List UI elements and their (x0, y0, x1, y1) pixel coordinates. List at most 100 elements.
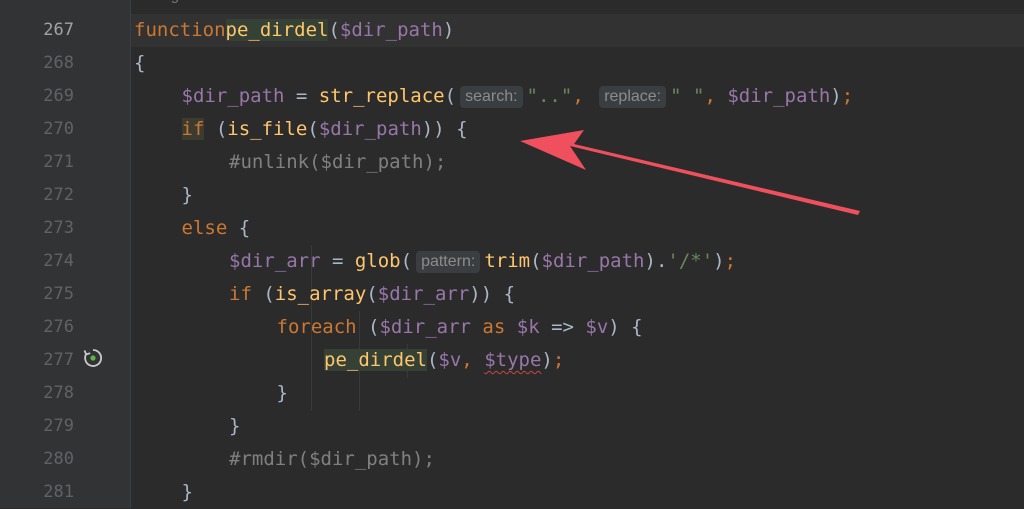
code-text: } (229, 410, 240, 443)
code-token: $v (438, 349, 462, 371)
code-text: functionpe_dirdel($dir_path) (134, 14, 454, 47)
code-token: ; (552, 349, 565, 371)
code-token: = (284, 85, 319, 107)
code-token: ). (644, 250, 668, 272)
code-text: $dir_path = str_replace(search: "..", rep… (181, 80, 854, 113)
code-line[interactable]: 272} (0, 179, 1024, 212)
code-text: #unlink($dir_path); (229, 146, 446, 179)
code-line[interactable]: 267 functionpe_dirdel($dir_path) (0, 14, 1024, 47)
code-line[interactable]: 268 { (0, 47, 1024, 80)
code-token: ( (328, 19, 340, 41)
code-token: $dir_path (727, 85, 831, 107)
code-text: pe_dirdel($v, $type); (324, 344, 564, 377)
code-line[interactable]: 277 pe_dirdel($v, $type); (0, 344, 1024, 377)
parameter-hint: pattern: (416, 251, 481, 273)
line-number: 269 (43, 86, 74, 106)
line-number: 275 (43, 284, 74, 304)
line-number: 272 (43, 185, 74, 205)
usages-hint[interactable]: 6 usages (134, 0, 195, 6)
code-token: )) { (421, 118, 468, 140)
code-text: { (134, 47, 145, 80)
code-line[interactable]: 281} (0, 476, 1024, 509)
code-token: , (704, 85, 728, 107)
code-token: { (134, 52, 146, 74)
code-token: } (181, 184, 193, 206)
code-token: ( (356, 316, 380, 338)
line-number: 276 (43, 317, 74, 337)
code-line[interactable]: 274 $dir_arr = glob(pattern: trim($dir_pat… (0, 245, 1024, 278)
code-token: glob (354, 250, 401, 272)
code-token: } (276, 382, 288, 404)
code-token: ( (530, 250, 542, 272)
code-token: pe_dirdel (324, 349, 427, 371)
code-token: ; (724, 250, 737, 272)
code-token: foreach (276, 316, 357, 338)
code-token: '/*' (667, 250, 714, 272)
code-token: $dir_path (339, 19, 443, 41)
code-token: trim (484, 250, 531, 272)
code-token: #rmdir($dir_path); (229, 448, 435, 470)
code-token: ( (426, 349, 439, 371)
code-line[interactable]: 280 #rmdir($dir_path); (0, 443, 1024, 476)
code-token: $k (516, 316, 540, 338)
code-line[interactable]: 278} (0, 377, 1024, 410)
code-token: ( (204, 118, 228, 140)
code-token: = (320, 250, 355, 272)
line-number: 281 (43, 482, 74, 502)
code-token: $dir_arr (377, 283, 470, 305)
code-token: )) { (469, 283, 516, 305)
code-line[interactable]: 279} (0, 410, 1024, 443)
line-number: 273 (43, 218, 74, 238)
code-token: , (572, 85, 596, 107)
code-token: ( (444, 85, 457, 107)
code-text: } (182, 476, 193, 509)
code-token: else (181, 217, 228, 239)
line-number: 271 (43, 152, 74, 172)
code-token: ) (442, 19, 455, 41)
code-token: $dir_arr (229, 250, 321, 272)
line-number: 270 (43, 119, 74, 139)
code-line[interactable]: 276 foreach ($dir_arr as $k => $v) { (0, 311, 1024, 344)
code-text: $dir_arr = glob(pattern: trim($dir_path).… (229, 245, 736, 278)
code-token: ( (400, 250, 413, 272)
line-number: 268 (43, 53, 74, 73)
line-number: 277 (43, 350, 74, 370)
code-token: , (461, 349, 485, 371)
code-line[interactable]: 271 #unlink($dir_path); (0, 146, 1024, 179)
code-token: ( (307, 118, 319, 140)
line-number: 267 (43, 20, 74, 40)
code-token: is_file (227, 118, 308, 140)
code-token: ; (841, 85, 854, 107)
code-line[interactable]: 270 if (is_file($dir_path)) { (0, 113, 1024, 146)
code-token: $dir_path (541, 250, 645, 272)
code-line[interactable]: 273 else { (0, 212, 1024, 245)
recursive-call-icon[interactable] (82, 347, 104, 369)
code-token: as (470, 316, 517, 338)
code-token: #unlink($dir_path); (229, 151, 447, 173)
code-token: if (181, 118, 205, 140)
code-text: else { (182, 212, 251, 245)
line-number: 279 (43, 416, 74, 436)
parameter-hint: replace: (599, 86, 667, 108)
code-token: $dir_path (181, 85, 285, 107)
code-token: is_array (274, 283, 367, 305)
code-token: ) { (608, 316, 643, 338)
line-number: 278 (43, 383, 74, 403)
code-token: ) (541, 349, 553, 371)
code-token: => (539, 316, 586, 338)
code-token: pe_dirdel (225, 19, 329, 41)
code-token: ( (366, 283, 378, 305)
code-text: } (182, 179, 193, 212)
code-token: function (134, 19, 226, 41)
code-token: } (181, 481, 193, 503)
code-line[interactable]: 269 $dir_path = str_replace(search: "..", … (0, 80, 1024, 113)
code-token: str_replace (318, 85, 445, 107)
code-token: $v (585, 316, 609, 338)
code-line[interactable]: 275 if (is_array($dir_arr)) { (0, 278, 1024, 311)
code-token: ) (713, 250, 725, 272)
code-token: $dir_path (318, 118, 422, 140)
code-text: foreach ($dir_arr as $k => $v) { (277, 311, 643, 344)
code-token: if (229, 283, 252, 305)
code-token: ) (830, 85, 842, 107)
parameter-hint: search: (460, 86, 523, 108)
